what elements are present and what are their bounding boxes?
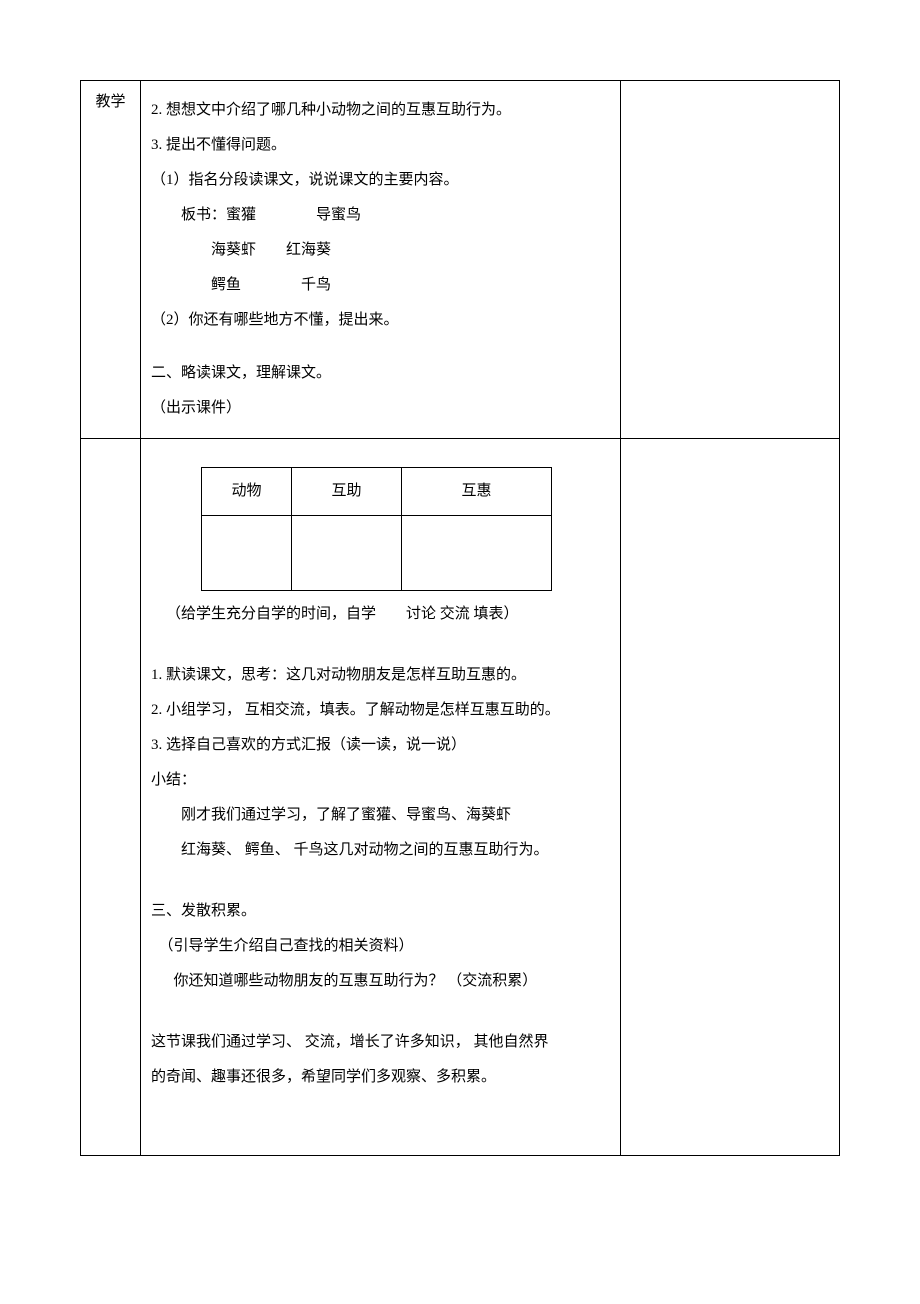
text: （给学生充分自学的时间，自学 讨论 交流 填表） — [151, 601, 610, 628]
heading: 二、略读课文，理解课文。 — [151, 360, 610, 387]
left-label: 教学 — [95, 94, 125, 110]
text: （2）你还有哪些地方不懂，提出来。 — [151, 307, 610, 334]
text: 板书：蜜獾 — [181, 207, 256, 223]
inner-header: 互惠 — [402, 468, 552, 516]
text: 鳄鱼 — [211, 277, 241, 293]
text: 2. 想想文中介绍了哪几种小动物之间的互惠互助行为。 — [151, 97, 610, 124]
right-cell-2 — [621, 439, 840, 1156]
inner-cell — [402, 516, 552, 591]
spacer — [151, 342, 610, 352]
text: 的奇闻、趣事还很多，希望同学们多观察、多积累。 — [151, 1064, 610, 1091]
content-cell-1: 2. 想想文中介绍了哪几种小动物之间的互惠互助行为。 3. 提出不懂得问题。 （… — [141, 81, 621, 439]
text: 刚才我们通过学习，了解了蜜獾、导蜜鸟、海葵虾 — [151, 802, 610, 829]
text: 你还知道哪些动物朋友的互惠互助行为？ （交流积累） — [151, 968, 610, 995]
board-row: 鳄鱼 千鸟 — [151, 272, 610, 299]
text: 红海葵、 鳄鱼、 千鸟这几对动物之间的互惠互助行为。 — [151, 837, 610, 864]
inner-header: 动物 — [202, 468, 292, 516]
content-cell-2: 动物 互助 互惠 （给学生充分自学的时间，自学 讨论 交流 填表） 1. 默读课文… — [141, 439, 621, 1156]
text: 小结： — [151, 767, 610, 794]
text: 2. 小组学习， 互相交流，填表。了解动物是怎样互惠互助的。 — [151, 697, 610, 724]
left-cell-2 — [81, 439, 141, 1156]
text: 这节课我们通过学习、 交流，增长了许多知识， 其他自然界 — [151, 1029, 610, 1056]
inner-table: 动物 互助 互惠 — [201, 467, 552, 591]
left-label-cell: 教学 — [81, 81, 141, 439]
heading: 三、发散积累。 — [151, 898, 610, 925]
board-row: 板书：蜜獾 导蜜鸟 — [151, 202, 610, 229]
spacer — [151, 872, 610, 890]
text: 红海葵 — [286, 242, 331, 258]
text: 海葵虾 — [211, 242, 256, 258]
text: 千鸟 — [301, 277, 331, 293]
text: （出示课件） — [151, 395, 610, 422]
text: （1）指名分段读课文，说说课文的主要内容。 — [151, 167, 610, 194]
text: （给学生充分自学的时间，自学 — [166, 606, 376, 622]
inner-cell — [292, 516, 402, 591]
spacer — [151, 636, 610, 654]
text: 3. 选择自己喜欢的方式汇报（读一读，说一说） — [151, 732, 610, 759]
text: （引导学生介绍自己查找的相关资料） — [151, 933, 610, 960]
right-cell-1 — [621, 81, 840, 439]
inner-header: 互助 — [292, 468, 402, 516]
spacer — [151, 1003, 610, 1021]
document-page: 教学 2. 想想文中介绍了哪几种小动物之间的互惠互助行为。 3. 提出不懂得问题… — [0, 0, 920, 1216]
text: 导蜜鸟 — [316, 207, 361, 223]
text: 讨论 交流 填表） — [406, 606, 519, 622]
inner-cell — [202, 516, 292, 591]
spacer — [151, 1099, 610, 1139]
text: 1. 默读课文，思考：这几对动物朋友是怎样互助互惠的。 — [151, 662, 610, 689]
board-row: 海葵虾 红海葵 — [151, 237, 610, 264]
text: 3. 提出不懂得问题。 — [151, 132, 610, 159]
outer-table: 教学 2. 想想文中介绍了哪几种小动物之间的互惠互助行为。 3. 提出不懂得问题… — [80, 80, 840, 1156]
